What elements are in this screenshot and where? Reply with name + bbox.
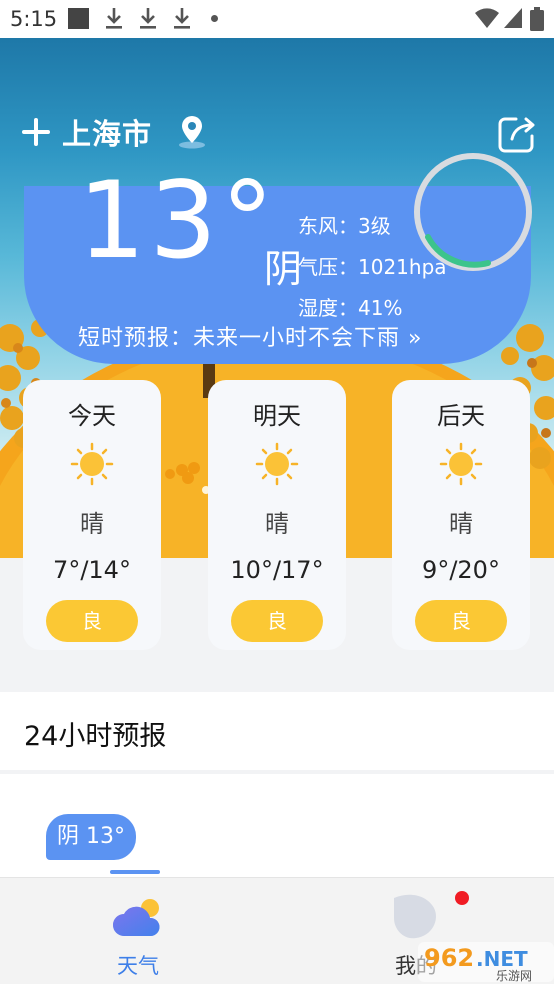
humidity-info: 湿度：41% bbox=[298, 296, 403, 320]
status-bar: 5:15 bbox=[0, 0, 554, 38]
share-icon[interactable] bbox=[496, 114, 538, 154]
day-condition: 晴 bbox=[80, 510, 104, 538]
day-card-tomorrow[interactable]: 明天 晴 10°/17° 良 bbox=[208, 380, 346, 650]
svg-text:962: 962 bbox=[424, 944, 474, 972]
location-pin-icon[interactable] bbox=[176, 114, 208, 150]
nav-tab-weather[interactable]: 天气 bbox=[58, 878, 218, 984]
hourly-forecast-chart[interactable]: 阴 13° bbox=[0, 774, 554, 878]
temperature-range: 7°/14° bbox=[53, 556, 131, 584]
day-condition: 晴 bbox=[449, 510, 473, 538]
temperature-curve bbox=[110, 870, 160, 874]
sun-icon bbox=[439, 442, 483, 486]
battery-icon bbox=[530, 7, 544, 31]
section-title: 24小时预报 bbox=[24, 721, 167, 752]
pressure-info: 气压：1021hpa bbox=[298, 255, 447, 279]
aqi-badge: 良 bbox=[46, 600, 138, 642]
day-condition: 晴 bbox=[265, 510, 289, 538]
notification-badge bbox=[455, 891, 469, 905]
current-condition: 阴 bbox=[264, 247, 303, 291]
signal-icon bbox=[504, 8, 522, 28]
day-label: 今天 bbox=[68, 402, 116, 430]
day-label: 明天 bbox=[253, 402, 301, 430]
short-forecast-link[interactable]: 短时预报：未来一小时不会下雨 » bbox=[78, 320, 422, 352]
day-label: 后天 bbox=[437, 402, 485, 430]
temperature-range: 9°/20° bbox=[422, 556, 500, 584]
profile-icon bbox=[394, 894, 436, 939]
day-card-today[interactable]: 今天 晴 7°/14° 良 bbox=[23, 380, 161, 650]
dot-icon bbox=[211, 15, 218, 22]
day-card-day-after[interactable]: 后天 晴 9°/20° 良 bbox=[392, 380, 530, 650]
hourly-forecast-header: 24小时预报 bbox=[0, 692, 554, 770]
plus-icon[interactable] bbox=[22, 117, 52, 147]
current-temperature: 13° bbox=[78, 159, 278, 282]
wind-info: 东风：3级 bbox=[298, 214, 391, 238]
download-icon bbox=[106, 8, 122, 29]
962-watermark-logo: 962 .NET 乐游网 bbox=[418, 942, 554, 983]
hour-bubble-label: 阴 13° bbox=[46, 814, 136, 860]
notification-square-icon bbox=[68, 8, 89, 29]
city-name[interactable]: 上海市 bbox=[62, 111, 152, 153]
svg-text:.NET: .NET bbox=[476, 947, 528, 971]
status-time: 5:15 bbox=[10, 7, 58, 31]
temperature-range: 10°/17° bbox=[230, 556, 324, 584]
svg-text:乐游网: 乐游网 bbox=[496, 969, 532, 983]
sun-icon bbox=[70, 442, 114, 486]
city-bar: 上海市 bbox=[22, 110, 152, 154]
aqi-badge: 良 bbox=[231, 600, 323, 642]
download-icon bbox=[174, 8, 190, 29]
wifi-icon bbox=[475, 8, 499, 28]
weather-cloud-icon bbox=[113, 899, 160, 936]
nav-label-weather: 天气 bbox=[117, 954, 159, 978]
aqi-badge: 良 bbox=[415, 600, 507, 642]
sun-icon bbox=[255, 442, 299, 486]
download-icon bbox=[140, 8, 156, 29]
